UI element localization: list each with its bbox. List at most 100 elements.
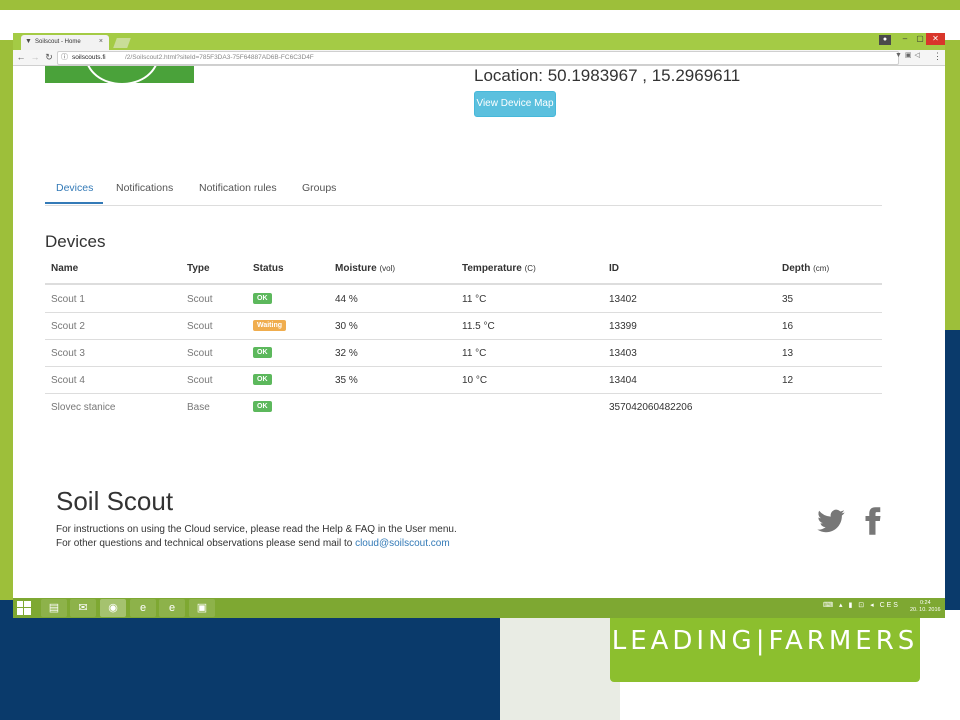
- powerpoint-icon[interactable]: ▣: [189, 599, 215, 617]
- taskbar-clock[interactable]: 0:24 20. 10. 2016: [910, 600, 941, 614]
- status-badge: OK: [253, 401, 272, 412]
- forward-arrow-icon[interactable]: →: [30, 51, 40, 63]
- footer-contact-text: For other questions and technical observ…: [56, 538, 450, 549]
- browser-tab[interactable]: ▼ Soilscout - Home ×: [21, 35, 109, 50]
- column-header-temperature: Temperature (C): [462, 263, 536, 274]
- status-badge: OK: [253, 347, 272, 358]
- footer-title: Soil Scout: [56, 486, 174, 516]
- view-device-map-button[interactable]: View Device Map: [474, 91, 556, 117]
- soilscout-logo: [45, 66, 194, 83]
- table-row[interactable]: Slovec stanice Base OK 357042060482206: [45, 393, 882, 420]
- url-host: soilscouts.fi: [72, 54, 106, 61]
- address-bar[interactable]: ⓘ soilscouts.fi /2/Soilscout2.html?siteI…: [57, 51, 899, 65]
- minimize-button[interactable]: –: [898, 33, 912, 45]
- slide-blue-edge: [944, 330, 960, 610]
- device-name: Slovec stanice: [51, 402, 116, 413]
- column-header-status: Status: [253, 263, 284, 274]
- windows-taskbar: ▤ ✉ ◉ e e ▣ ⌨ ▴ ▮ ⊡ ◂ CES 0:24 20. 10. 2…: [13, 598, 945, 618]
- device-name: Scout 3: [51, 348, 85, 359]
- tab-devices[interactable]: Devices: [56, 182, 93, 194]
- footer-contact-prefix: For other questions and technical observ…: [56, 538, 356, 549]
- status-badge: Waiting: [253, 320, 287, 331]
- table-row[interactable]: Scout 1 Scout OK 44 % 11 °C 13402 35: [45, 285, 882, 313]
- device-depth: 12: [782, 375, 794, 386]
- page-content: Location: 50.1983967 , 15.2969611 View D…: [13, 66, 945, 598]
- profile-icon[interactable]: ●: [879, 35, 891, 45]
- active-tab-indicator: [45, 202, 103, 204]
- maximize-button[interactable]: ▢: [913, 33, 927, 45]
- tab-notifications[interactable]: Notifications: [116, 182, 173, 194]
- device-moisture: 44 %: [335, 294, 358, 305]
- device-type: Scout: [187, 375, 213, 386]
- device-temperature: 11 °C: [462, 348, 487, 359]
- logo-emblem: [85, 66, 159, 83]
- device-name: Scout 1: [51, 294, 85, 305]
- browser-menu-icon[interactable]: ⋮: [933, 51, 942, 62]
- device-temperature: 11.5 °C: [462, 321, 495, 332]
- device-temperature: 10 °C: [462, 375, 488, 386]
- reload-icon[interactable]: ↻: [44, 51, 54, 63]
- chrome-icon[interactable]: ◉: [100, 599, 126, 617]
- status-badge: OK: [253, 293, 272, 304]
- device-temperature: 11 °C: [462, 294, 487, 305]
- system-tray[interactable]: ⌨ ▴ ▮ ⊡ ◂ CES: [823, 601, 900, 609]
- tab-groups[interactable]: Groups: [302, 182, 336, 194]
- slide-blue-area: [0, 600, 520, 720]
- windows-start-icon[interactable]: [17, 601, 31, 615]
- devices-heading: Devices: [45, 232, 106, 251]
- device-type: Scout: [187, 294, 213, 305]
- extension-icons[interactable]: ▼▣◁: [895, 51, 923, 59]
- device-name: Scout 2: [51, 321, 85, 332]
- footer-help-text: For instructions on using the Cloud serv…: [56, 524, 457, 535]
- new-tab-button[interactable]: [113, 38, 131, 48]
- leading-farmers-banner: LEADING|FARMERS: [610, 612, 920, 682]
- facebook-icon[interactable]: [858, 506, 888, 536]
- tab-close-icon[interactable]: ×: [99, 38, 103, 45]
- close-window-button[interactable]: ✕: [926, 33, 945, 45]
- browser-window: ▼ Soilscout - Home × ● – ▢ ✕ ← → ↻ ⓘ soi…: [13, 33, 945, 598]
- support-email-link[interactable]: cloud@soilscout.com: [355, 538, 450, 549]
- device-type: Base: [187, 402, 210, 413]
- location-text: Location: 50.1983967 , 15.2969611: [474, 66, 741, 85]
- device-depth: 35: [782, 294, 794, 305]
- url-path: /2/Soilscout2.html?siteId=785F3DA3-75F64…: [125, 54, 314, 61]
- internet-explorer-icon[interactable]: e: [130, 599, 156, 617]
- info-icon[interactable]: ⓘ: [61, 52, 68, 64]
- browser-toolbar: ← → ↻ ⓘ soilscouts.fi /2/Soilscout2.html…: [13, 50, 945, 66]
- table-row[interactable]: Scout 3 Scout OK 32 % 11 °C 13403 13: [45, 339, 882, 367]
- column-header-depth: Depth (cm): [782, 263, 830, 274]
- table-row[interactable]: Scout 2 Scout Waiting 30 % 11.5 °C 13399…: [45, 312, 882, 340]
- language-indicator[interactable]: CES: [880, 602, 900, 609]
- column-header-type: Type: [187, 263, 210, 274]
- device-name: Scout 4: [51, 375, 85, 386]
- tab-notification-rules[interactable]: Notification rules: [199, 182, 277, 194]
- slide-gear-graphic: [500, 600, 620, 720]
- device-depth: 16: [782, 321, 794, 332]
- browser-titlebar: ▼ Soilscout - Home × ● – ▢ ✕: [13, 33, 945, 50]
- device-depth: 13: [782, 348, 794, 359]
- column-header-moisture: Moisture (vol): [335, 263, 396, 274]
- device-id: 13403: [609, 348, 637, 359]
- device-id: 357042060482206: [609, 402, 693, 413]
- twitter-icon[interactable]: [816, 506, 846, 536]
- column-header-name: Name: [51, 263, 79, 274]
- nav-tabs: Devices Notifications Notification rules…: [45, 172, 882, 206]
- file-explorer-icon[interactable]: ▤: [41, 599, 67, 617]
- device-id: 13399: [609, 321, 637, 332]
- column-header-id: ID: [609, 263, 619, 274]
- device-type: Scout: [187, 348, 213, 359]
- device-id: 13404: [609, 375, 637, 386]
- internet-explorer-2-icon[interactable]: e: [159, 599, 185, 617]
- clock-date: 20. 10. 2016: [910, 607, 941, 613]
- device-moisture: 35 %: [335, 375, 358, 386]
- device-moisture: 30 %: [335, 321, 358, 332]
- device-type: Scout: [187, 321, 213, 332]
- browser-tab-title: Soilscout - Home: [35, 39, 81, 45]
- back-arrow-icon[interactable]: ←: [16, 51, 26, 63]
- table-row[interactable]: Scout 4 Scout OK 35 % 10 °C 13404 12: [45, 366, 882, 394]
- favicon-icon: ▼: [25, 38, 32, 45]
- device-moisture: 32 %: [335, 348, 358, 359]
- outlook-icon[interactable]: ✉: [70, 599, 96, 617]
- status-badge: OK: [253, 374, 272, 385]
- device-id: 13402: [609, 294, 637, 305]
